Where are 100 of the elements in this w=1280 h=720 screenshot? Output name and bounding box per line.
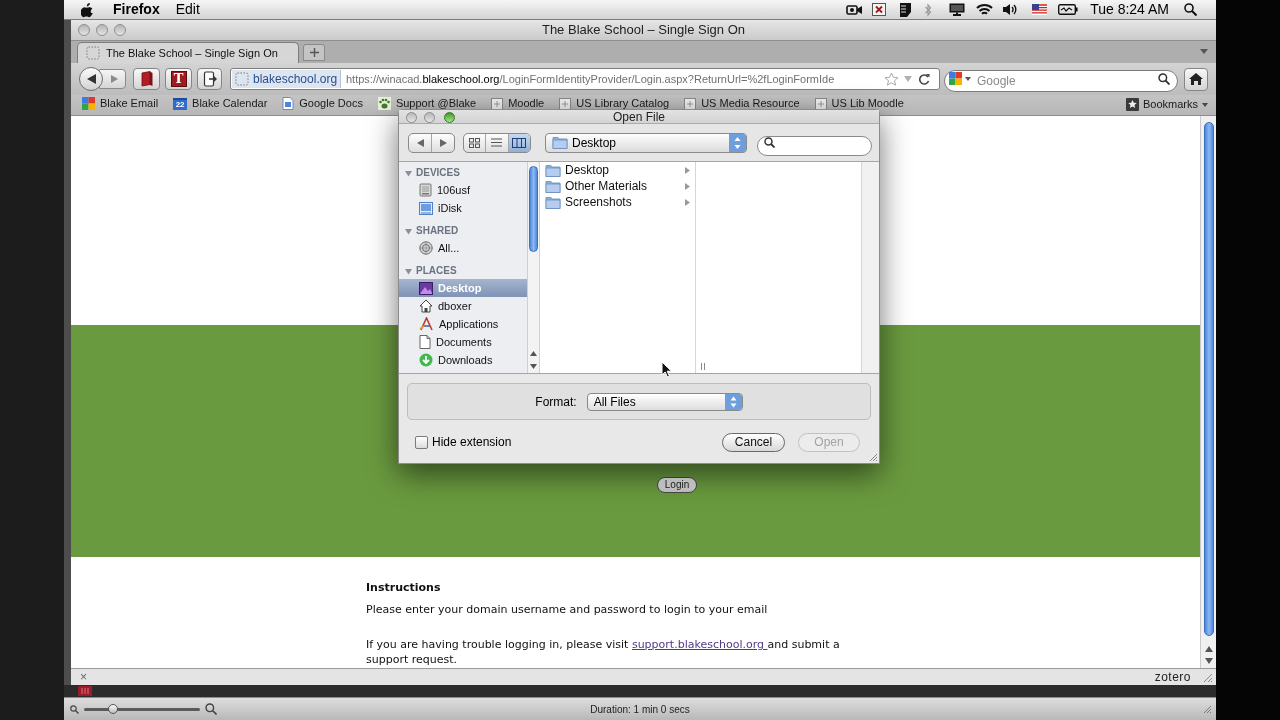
caret-down-icon	[1202, 102, 1208, 107]
toolbar-button[interactable]	[133, 68, 160, 90]
zoom-in-icon[interactable]	[205, 703, 217, 715]
export-icon	[202, 71, 217, 87]
resize-grip-icon	[1202, 704, 1212, 714]
url-text: https://winacad.blakeschool.org/LoginFormIdentityProvider/Login.aspx?ReturnUrl=%2fLoginFormIde	[346, 71, 835, 87]
document-icon	[419, 335, 431, 349]
instructions-heading: Instructions	[366, 580, 441, 595]
caret-down-icon[interactable]	[1200, 49, 1208, 54]
display-icon[interactable]	[949, 3, 966, 16]
star-icon[interactable]	[884, 72, 899, 86]
columns-icon	[512, 137, 527, 148]
browser-tab[interactable]: The Blake School – Single Sign On	[77, 42, 299, 63]
close-button[interactable]: ×	[80, 669, 87, 685]
battery-icon[interactable]	[1058, 4, 1079, 15]
file-list-item[interactable]: Screenshots	[540, 194, 695, 210]
striped-tag-icon[interactable]	[900, 2, 912, 17]
search-icon[interactable]	[1158, 73, 1170, 85]
menu-bar-clock[interactable]: Tue 8:24 AM	[1090, 0, 1169, 19]
sidebar-heading: DEVICES	[416, 166, 460, 180]
search-icon[interactable]	[764, 136, 775, 148]
reload-icon[interactable]	[918, 73, 930, 85]
hard-drive-icon	[419, 183, 432, 197]
sidebar-item[interactable]: All...	[399, 239, 527, 257]
search-icon[interactable]	[1184, 3, 1197, 16]
disclosure-triangle-icon[interactable]	[405, 227, 412, 235]
dialog-button[interactable]: Cancel	[722, 432, 785, 452]
plus-icon	[309, 48, 319, 57]
vertical-scrollbar[interactable]	[1200, 116, 1216, 668]
sidebar-item[interactable]: Downloads	[399, 351, 527, 369]
up-arrow-icon[interactable]	[530, 351, 537, 356]
bookmark-item[interactable]: Google Docs	[282, 97, 363, 110]
sidebar-item[interactable]: 106usf	[399, 181, 527, 199]
help-text: If you are having trouble logging in, please visit support.blakeschool.org and submit a support request.	[366, 637, 841, 667]
format-popup[interactable]: All Files	[586, 392, 743, 411]
stepper-icon	[724, 393, 742, 410]
menu-item[interactable]: Edit	[175, 0, 200, 19]
zoom-button[interactable]	[444, 111, 455, 123]
checkbox[interactable]	[415, 435, 428, 449]
star-icon	[1125, 98, 1139, 111]
sidebar-scrollbar[interactable]	[527, 162, 540, 373]
location-popup[interactable]: Desktop	[545, 132, 747, 153]
sidebar-item[interactable]: dboxer	[399, 297, 527, 315]
flag-icon[interactable]	[1032, 4, 1048, 15]
dotted-square-icon	[86, 46, 100, 60]
bookmark-item[interactable]: 22 Blake Calendar	[173, 97, 268, 110]
address-bar[interactable]: blakeschool.org https://winacad.blakeschool.org/LoginFormIdentityProvider/Login.aspx?ReturnUrl=%2fLoginFormIde	[230, 68, 940, 90]
down-arrow-icon[interactable]	[1204, 658, 1213, 664]
disclosure-triangle-icon[interactable]	[405, 267, 412, 275]
column-resize-handle-icon[interactable]	[701, 363, 705, 370]
format-label: Format:	[535, 393, 577, 411]
toolbar-button[interactable]	[197, 68, 222, 90]
letter-logo-icon: T	[170, 71, 187, 87]
slider-thumb[interactable]	[108, 704, 118, 714]
disclosure-triangle-icon[interactable]	[405, 169, 412, 177]
window-title: The Blake School – Single Sign On	[541, 21, 746, 39]
network-icon	[419, 241, 433, 255]
caret-down-icon[interactable]	[965, 76, 971, 81]
view-mode-button[interactable]	[507, 133, 530, 152]
scrollbar-thumb[interactable]	[529, 166, 538, 252]
sidebar-item[interactable]: Applications	[399, 315, 527, 333]
document-icon	[282, 97, 295, 110]
scrollbar-thumb[interactable]	[1203, 122, 1214, 636]
right-triangle-icon	[111, 75, 118, 83]
list-icon	[491, 138, 503, 147]
resize-grip-icon[interactable]	[868, 452, 878, 462]
down-arrow-icon[interactable]	[530, 364, 537, 369]
wifi-icon[interactable]	[976, 3, 994, 16]
sidebar-item[interactable]: Documents	[399, 333, 527, 351]
back-button[interactable]	[79, 67, 103, 91]
site-identity-button[interactable]: blakeschool.org	[232, 70, 341, 88]
toolbar-button[interactable]: T	[165, 68, 192, 90]
left-triangle-icon	[416, 138, 424, 147]
file-list-item[interactable]: Desktop	[540, 162, 695, 178]
zotero-logo[interactable]: zotero	[1154, 669, 1191, 685]
sidebar-item[interactable]: iDisk	[399, 199, 527, 217]
zoom-out-icon[interactable]	[70, 704, 79, 714]
new-tab-button[interactable]	[303, 44, 325, 61]
search-field[interactable]	[757, 135, 872, 156]
app-menu[interactable]: Firefox	[113, 0, 160, 19]
bookmark-item[interactable]: Blake Email	[82, 97, 159, 110]
home-button[interactable]	[1184, 67, 1208, 91]
apple-logo-icon[interactable]	[81, 1, 95, 18]
support-link[interactable]: support.blakeschool.org	[631, 638, 768, 651]
file-list-item[interactable]: Other Materials	[540, 178, 695, 194]
search-field[interactable]: Google	[944, 70, 1178, 92]
duration-text: Duration: 1 min 0 secs	[590, 702, 690, 717]
video-camera-icon[interactable]	[846, 3, 863, 16]
volume-icon[interactable]	[1003, 3, 1019, 16]
zoom-slider-track[interactable]	[84, 703, 200, 715]
grid-icon	[469, 137, 481, 148]
bookmarks-menu[interactable]: Bookmarks	[1125, 98, 1208, 111]
home-icon	[1189, 73, 1203, 85]
folder-icon	[545, 179, 561, 193]
login-button[interactable]: Login	[657, 477, 697, 493]
left-triangle-icon	[86, 74, 96, 84]
crossed-box-icon[interactable]	[872, 3, 887, 16]
sidebar-heading: SHARED	[416, 224, 459, 238]
up-arrow-icon[interactable]	[1204, 646, 1213, 652]
four-color-icon	[949, 72, 962, 85]
